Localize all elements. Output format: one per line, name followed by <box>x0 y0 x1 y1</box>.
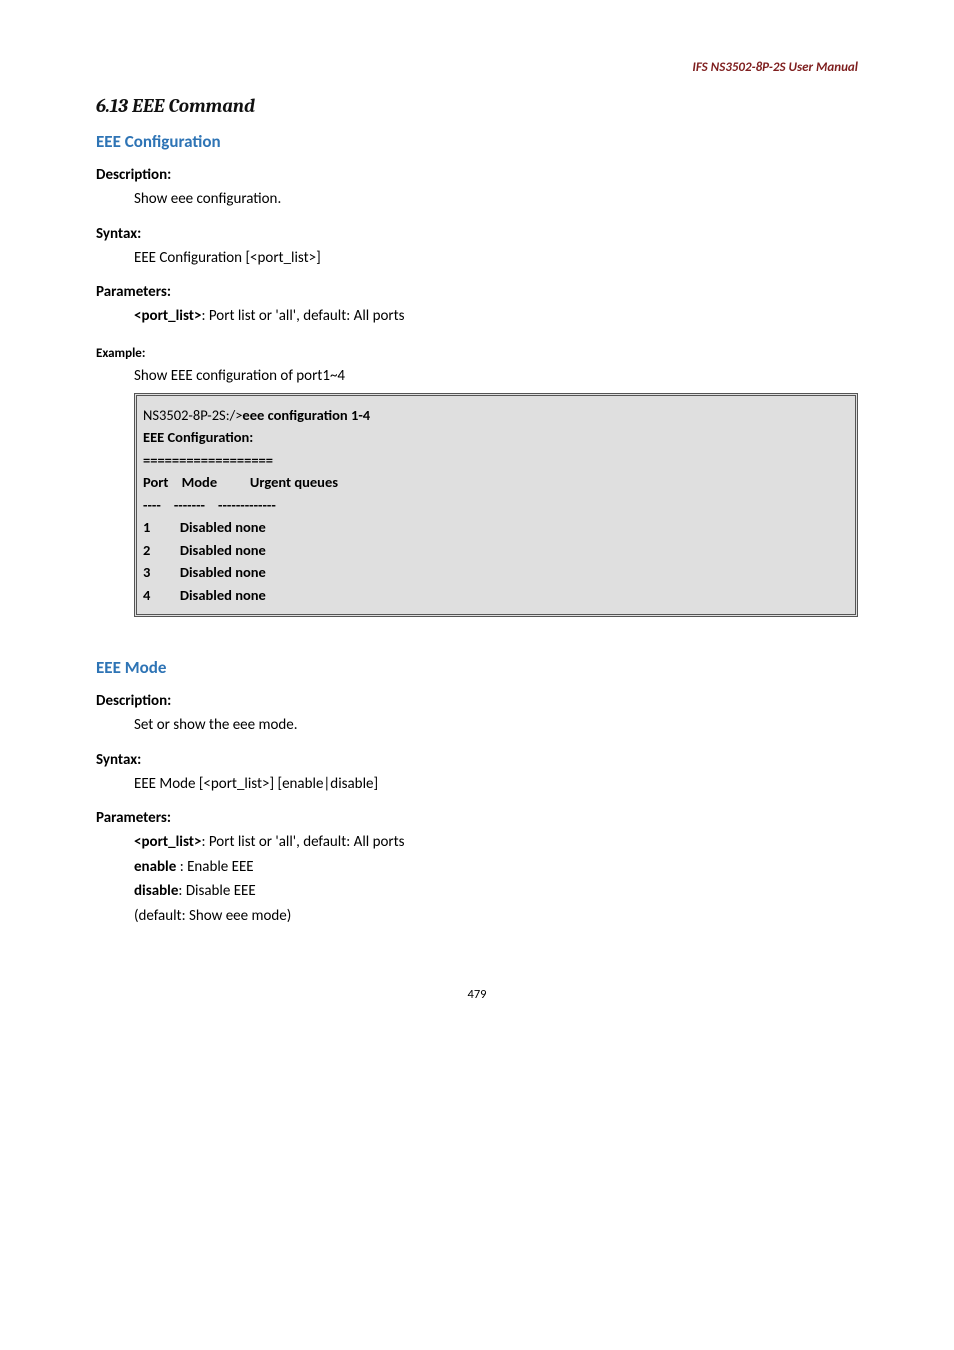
cli-row: 4 Disabled none <box>143 584 849 606</box>
param-line: <port_list>: Port list or 'all', default… <box>134 305 858 328</box>
param-key: <port_list> <box>134 833 201 851</box>
syntax-text: EEE Mode [<port_list>] [enable|disable] <box>134 773 858 796</box>
example-text: Show EEE configuration of port1~4 <box>134 365 858 388</box>
section-title: 6.13 EEE Command <box>96 95 858 117</box>
cli-cmd: eee configuration 1-4 <box>242 406 370 424</box>
cli-title: EEE Configuration: <box>143 426 849 448</box>
description-text: Set or show the eee mode. <box>134 714 858 737</box>
parameters-label: Parameters: <box>96 809 858 827</box>
param-rest: : Enable EEE <box>180 858 254 876</box>
param-rest: : Port list or 'all', default: All ports <box>201 307 404 325</box>
cli-row: 1 Disabled none <box>143 516 849 538</box>
param-rest: : Port list or 'all', default: All ports <box>201 833 404 851</box>
param-line: enable : Enable EEE <box>134 856 858 879</box>
syntax-label: Syntax: <box>96 751 858 769</box>
eee-mode-heading: EEE Mode <box>96 657 858 678</box>
syntax-label: Syntax: <box>96 225 858 243</box>
cli-dash: ---- ------- ------------- <box>143 494 849 516</box>
param-key: <port_list> <box>134 307 201 325</box>
cli-row: 2 Disabled none <box>143 539 849 561</box>
param-key: disable <box>134 882 178 900</box>
parameters-label: Parameters: <box>96 283 858 301</box>
page-number: 479 <box>96 987 858 1002</box>
eee-config-heading: EEE Configuration <box>96 131 858 152</box>
cli-row: 3 Disabled none <box>143 561 849 583</box>
param-line: disable: Disable EEE <box>134 880 858 903</box>
cli-cols: Port Mode Urgent queues <box>143 471 849 493</box>
cli-output-box: NS3502-8P-2S:/>eee configuration 1-4 EEE… <box>134 393 858 617</box>
example-label: Example: <box>96 346 858 361</box>
param-rest: : Disable EEE <box>178 882 255 900</box>
param-line: <port_list>: Port list or 'all', default… <box>134 831 858 854</box>
param-key: enable <box>134 858 180 876</box>
description-label: Description: <box>96 166 858 184</box>
param-line: (default: Show eee mode) <box>134 905 858 928</box>
cli-rule: ================== <box>143 449 849 471</box>
syntax-text: EEE Configuration [<port_list>] <box>134 247 858 270</box>
cli-cmd-line: NS3502-8P-2S:/>eee configuration 1-4 <box>143 404 849 426</box>
description-text: Show eee configuration. <box>134 188 858 211</box>
page-header: IFS NS3502-8P-2S User Manual <box>96 60 858 75</box>
description-label: Description: <box>96 692 858 710</box>
cli-prompt: NS3502-8P-2S:/> <box>143 406 242 424</box>
